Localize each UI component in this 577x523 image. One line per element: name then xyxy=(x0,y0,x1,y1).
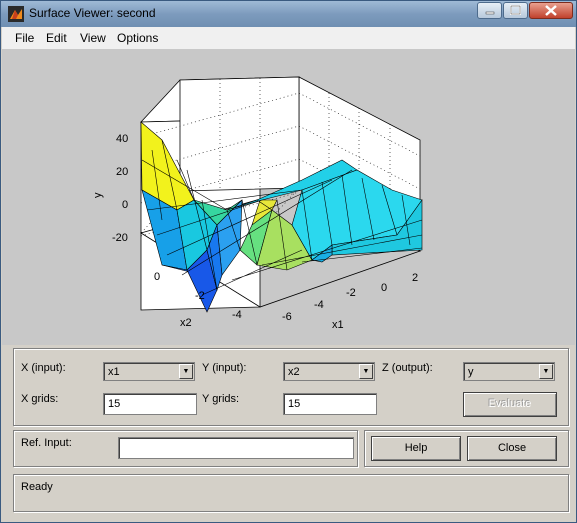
x-tick-0: 0 xyxy=(381,282,387,294)
z-tick-0: 0 xyxy=(122,199,128,211)
y-input-value: x2 xyxy=(288,366,300,378)
window-title: Surface Viewer: second xyxy=(29,6,156,20)
y-tick-neg2: -2 xyxy=(195,290,205,302)
y-input-label: Y (input): xyxy=(202,362,247,374)
x-input-value: x1 xyxy=(108,366,120,378)
matlab-icon xyxy=(8,6,24,22)
x-tick-2: 2 xyxy=(412,272,418,284)
y-input-select[interactable]: x2 ▼ xyxy=(283,362,375,381)
y-tick-0: 0 xyxy=(154,271,160,283)
x-tick-neg6: -6 xyxy=(282,311,292,323)
close-icon xyxy=(545,5,557,16)
window-close-button[interactable] xyxy=(529,2,573,19)
menu-options[interactable]: Options xyxy=(117,31,158,45)
ref-input-label: Ref. Input: xyxy=(21,437,72,449)
status-panel xyxy=(13,474,569,512)
x-grids-label: X grids: xyxy=(21,393,59,405)
x-grids-input[interactable]: 15 xyxy=(103,393,197,415)
chevron-down-icon: ▼ xyxy=(179,364,193,379)
back-wall xyxy=(179,76,300,192)
x-axis-label: x1 xyxy=(332,319,344,331)
menu-bar: File Edit View Options xyxy=(2,27,575,50)
chevron-down-icon: ▼ xyxy=(539,364,553,379)
y-tick-neg4: -4 xyxy=(232,309,242,321)
z-tick-40: 40 xyxy=(116,133,128,145)
status-text: Ready xyxy=(21,481,53,493)
y-axis-label: x2 xyxy=(180,317,192,329)
y-grids-input[interactable]: 15 xyxy=(283,393,377,415)
z-output-select[interactable]: y ▼ xyxy=(463,362,555,381)
help-button[interactable]: Help xyxy=(371,436,461,461)
evaluate-button[interactable]: Evaluate xyxy=(463,392,557,417)
title-bar[interactable]: Surface Viewer: second xyxy=(1,1,576,27)
maximize-icon xyxy=(510,5,521,15)
menu-view[interactable]: View xyxy=(80,31,106,45)
z-axis-label: y xyxy=(92,192,104,198)
minimize-button[interactable] xyxy=(477,2,502,19)
z-tick-neg20: -20 xyxy=(112,232,128,244)
x-input-select[interactable]: x1 ▼ xyxy=(103,362,195,381)
surface-viewer-window: Surface Viewer: second File Edit View Op… xyxy=(0,0,577,523)
maximize-button[interactable] xyxy=(503,2,528,19)
minimize-icon xyxy=(485,11,495,15)
close-button[interactable]: Close xyxy=(467,436,557,461)
x-tick-neg2: -2 xyxy=(346,287,356,299)
z-output-label: Z (output): xyxy=(382,362,433,374)
menu-edit[interactable]: Edit xyxy=(46,31,67,45)
surface-plot[interactable]: 40 20 0 -20 y -6 -4 -2 0 2 x1 0 -2 -4 x2 xyxy=(2,50,575,345)
menu-file[interactable]: File xyxy=(15,31,34,45)
x-tick-neg4: -4 xyxy=(314,299,324,311)
chevron-down-icon: ▼ xyxy=(359,364,373,379)
x-input-label: X (input): xyxy=(21,362,66,374)
z-tick-20: 20 xyxy=(116,166,128,178)
z-output-value: y xyxy=(468,366,474,378)
ref-input-field[interactable] xyxy=(118,437,354,459)
surface-plot-area[interactable]: 40 20 0 -20 y -6 -4 -2 0 2 x1 0 -2 -4 x2 xyxy=(2,50,575,345)
y-grids-label: Y grids: xyxy=(202,393,240,405)
